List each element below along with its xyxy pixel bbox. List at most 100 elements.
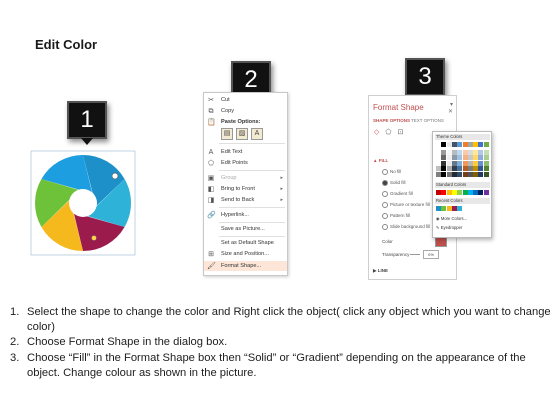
theme-color-swatch[interactable] [451,142,457,147]
menu-item-edit-points[interactable]: ⬠ Edit Points [204,158,287,168]
theme-color-swatch[interactable] [436,160,441,166]
standard-color-swatch[interactable] [441,190,447,195]
menu-item-edit-text[interactable]: A Edit Text [204,147,287,157]
rotation-handle[interactable] [111,172,119,180]
standard-color-swatch[interactable] [467,190,473,195]
theme-color-swatch[interactable] [436,142,441,147]
theme-color-swatch[interactable] [462,149,468,155]
fill-option-pattern[interactable]: Pattern fill [382,213,410,219]
fill-option-slide-background[interactable]: Slide background fill [382,224,430,230]
theme-color-swatch[interactable] [483,166,489,171]
menu-item-save-as-picture[interactable]: Save as Picture... [204,224,287,234]
effects-icon[interactable]: ⬠ [385,128,391,136]
theme-color-swatch[interactable] [467,149,473,155]
theme-color-swatch[interactable] [467,160,473,166]
theme-color-swatch[interactable] [473,166,479,171]
theme-color-swatch[interactable] [457,160,463,166]
recent-color-swatch[interactable] [446,206,452,211]
theme-color-swatch[interactable] [483,155,489,160]
theme-color-swatch[interactable] [467,166,473,171]
menu-item-size-position[interactable]: ⊞ Size and Position... [204,249,287,259]
fill-option-picture[interactable]: Picture or texture fill [382,202,430,208]
size-properties-icon[interactable]: ⊡ [397,128,403,136]
standard-color-swatch[interactable] [457,190,463,195]
menu-item-set-default-shape[interactable]: Set as Default Shape [204,238,287,248]
theme-color-swatch[interactable] [478,155,484,160]
theme-color-swatch[interactable] [446,155,452,160]
fill-option-no-fill[interactable]: No fill [382,169,401,175]
fill-option-solid[interactable]: Solid fill [382,180,406,186]
theme-color-swatch[interactable] [478,142,484,147]
color-picker-button[interactable] [435,237,447,247]
theme-color-swatch[interactable] [446,142,452,147]
fill-option-gradient[interactable]: Gradient fill [382,191,413,197]
theme-color-swatch[interactable] [483,149,489,155]
close-icon[interactable]: ✕ [448,108,453,115]
theme-color-swatch[interactable] [462,155,468,160]
menu-item-group[interactable]: ▣ Group ▸ [204,173,287,183]
theme-color-swatch[interactable] [446,171,452,177]
menu-item-cut[interactable]: ✂ Cut [204,95,287,105]
theme-color-swatch[interactable] [462,171,468,177]
theme-color-swatch[interactable] [462,142,468,147]
theme-color-swatch[interactable] [467,142,473,147]
theme-color-swatch[interactable] [441,160,447,166]
theme-color-swatch[interactable] [473,155,479,160]
theme-color-swatch[interactable] [457,149,463,155]
theme-color-swatch[interactable] [451,166,457,171]
standard-color-swatch[interactable] [436,190,441,195]
eyedropper-option[interactable]: ✎ Eyedropper [436,225,462,230]
recent-color-swatch[interactable] [436,206,441,211]
theme-color-swatch[interactable] [457,171,463,177]
menu-item-copy[interactable]: ⧉ Copy [204,106,287,116]
recent-color-swatch[interactable] [457,206,463,211]
tab-text-options[interactable]: TEXT OPTIONS [411,118,444,123]
theme-color-swatch[interactable] [478,149,484,155]
theme-color-swatch[interactable] [446,166,452,171]
color-wheel-shape[interactable] [28,148,138,258]
theme-color-swatch[interactable] [483,171,489,177]
theme-color-swatch[interactable] [441,155,447,160]
paste-picture-icon[interactable]: ▨ [236,128,248,140]
theme-color-swatch[interactable] [478,171,484,177]
theme-color-swatch[interactable] [436,155,441,160]
theme-color-swatch[interactable] [441,142,447,147]
theme-color-swatch[interactable] [478,166,484,171]
theme-color-swatch[interactable] [473,142,479,147]
menu-item-bring-to-front[interactable]: ◧ Bring to Front ▸ [204,184,287,194]
menu-item-hyperlink[interactable]: 🔗 Hyperlink... [204,210,287,220]
theme-color-swatch[interactable] [436,149,441,155]
menu-item-send-to-back[interactable]: ◨ Send to Back ▸ [204,195,287,205]
theme-color-swatch[interactable] [446,149,452,155]
theme-color-swatch[interactable] [457,142,463,147]
more-colors-option[interactable]: ◉ More Colors... [436,216,467,221]
theme-color-swatch[interactable] [478,160,484,166]
section-fill[interactable]: ▲ FILL [373,158,388,163]
standard-color-swatch[interactable] [451,190,457,195]
tab-shape-options[interactable]: SHAPE OPTIONS [373,118,410,123]
theme-color-swatch[interactable] [451,160,457,166]
theme-color-swatch[interactable] [441,166,447,171]
standard-color-swatch[interactable] [478,190,484,195]
pane-options-chevron-icon[interactable]: ▾ [450,101,453,108]
theme-color-swatch[interactable] [451,155,457,160]
standard-color-swatch[interactable] [473,190,479,195]
theme-color-swatch[interactable] [451,149,457,155]
theme-color-swatch[interactable] [462,166,468,171]
theme-color-swatch[interactable] [467,155,473,160]
theme-color-swatch[interactable] [473,149,479,155]
recent-color-swatch[interactable] [441,206,447,211]
standard-color-swatch[interactable] [462,190,468,195]
paste-keep-formatting-icon[interactable]: ▤ [221,128,233,140]
theme-color-swatch[interactable] [473,171,479,177]
standard-color-swatch[interactable] [483,190,489,195]
theme-color-swatch[interactable] [467,171,473,177]
theme-color-swatch[interactable] [446,160,452,166]
transparency-input[interactable]: 0% [423,250,439,259]
theme-color-swatch[interactable] [473,160,479,166]
fill-line-icon[interactable]: ◇ [374,128,379,136]
theme-color-swatch[interactable] [441,149,447,155]
recent-color-swatch[interactable] [451,206,457,211]
theme-color-swatch[interactable] [451,171,457,177]
standard-color-swatch[interactable] [446,190,452,195]
